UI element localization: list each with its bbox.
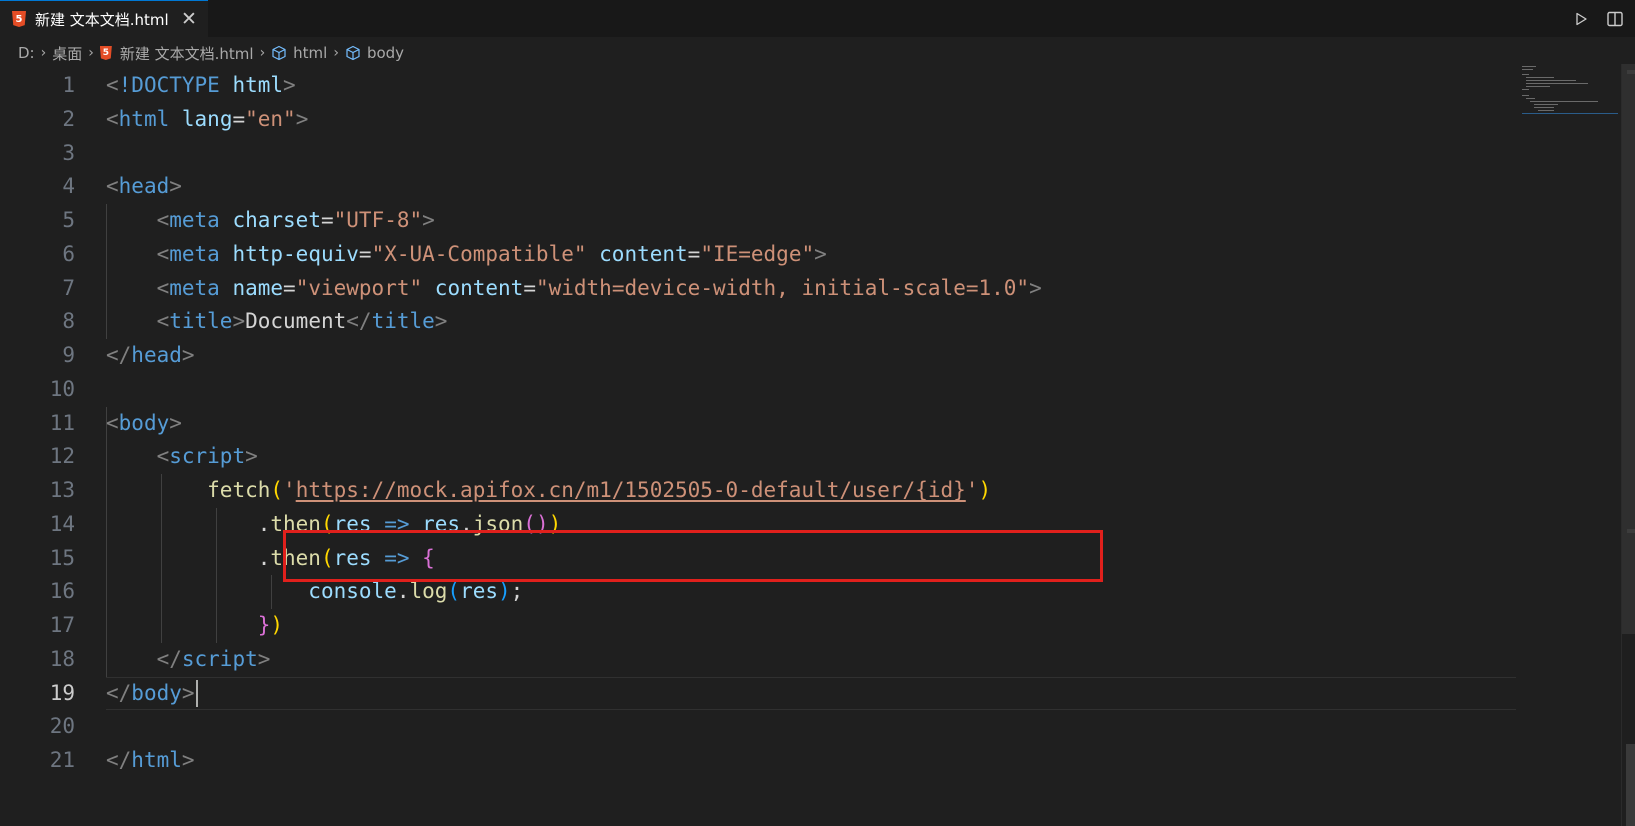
code-line: fetch('https://mock.apifox.cn/m1/1502505…: [207, 478, 992, 502]
line-number-gutter: 1 2 3 4 5 6 7 8 9 10 11 12 13 14 15 16 1…: [0, 69, 75, 778]
line-number: 1: [62, 73, 75, 97]
line-number: 10: [49, 376, 75, 401]
code-editor[interactable]: 1 2 3 4 5 6 7 8 9 10 11 12 13 14 15 16 1…: [0, 69, 1635, 826]
line-number: 12: [49, 444, 75, 469]
play-icon[interactable]: [1567, 5, 1595, 33]
code-line: <!DOCTYPE html>: [106, 73, 296, 97]
code-line: <script>: [156, 444, 258, 469]
tab-bar: 5 新建 文本文档.html ✕: [0, 0, 1635, 37]
breadcrumb-file-label: 新建 文本文档.html: [119, 44, 254, 63]
line-number: 6: [62, 241, 75, 266]
line-number: 4: [62, 174, 75, 199]
scroll-marker: [1627, 70, 1635, 74]
scrollbar-thumb[interactable]: [1622, 64, 1635, 634]
code-line: }): [257, 613, 284, 637]
line-number: 17: [49, 613, 75, 637]
line-number: 11: [49, 410, 75, 435]
code-area[interactable]: <!DOCTYPE html> <html lang="en"> <head> …: [106, 69, 1516, 778]
chevron-right-icon: ›: [333, 45, 339, 61]
minimap-slider[interactable]: [1626, 744, 1635, 826]
code-line: <meta name="viewport" content="width=dev…: [156, 275, 1042, 300]
breadcrumb-symbol-label: html: [293, 44, 328, 62]
line-number-active: 19: [49, 680, 75, 705]
line-number: 18: [49, 646, 75, 671]
line-number: 8: [62, 309, 75, 334]
scroll-marker: [1627, 529, 1635, 533]
minimap[interactable]: [1518, 64, 1618, 114]
breadcrumb-drive[interactable]: D:: [18, 44, 35, 62]
breadcrumb-symbol-body[interactable]: body: [345, 44, 404, 62]
breadcrumb-folder[interactable]: 桌面: [52, 43, 82, 64]
split-editor-icon[interactable]: [1601, 5, 1629, 33]
breadcrumb: D: › 桌面 › 5 新建 文本文档.html › html › body: [0, 37, 1635, 69]
code-line: </head>: [106, 343, 195, 367]
cube-icon: [271, 45, 287, 61]
html5-icon: 5: [12, 11, 26, 27]
code-line: <html lang="en">: [106, 106, 309, 131]
line-number: 16: [49, 579, 75, 604]
line-number: 7: [62, 275, 75, 300]
breadcrumb-symbol-html[interactable]: html: [271, 44, 327, 62]
fetch-url-link[interactable]: https://mock.apifox.cn/m1/1502505-0-defa…: [296, 478, 966, 502]
text-cursor: [195, 680, 198, 707]
line-number: 2: [62, 106, 75, 131]
code-line-active: </body>: [106, 677, 1516, 711]
vertical-scrollbar[interactable]: [1621, 64, 1635, 826]
code-line: <head>: [106, 174, 182, 199]
line-number: 5: [62, 208, 75, 232]
code-line: </script>: [156, 646, 271, 671]
line-number: 3: [62, 140, 75, 165]
line-number: 20: [49, 714, 75, 739]
code-line: <title>Document</title>: [156, 309, 448, 334]
close-icon[interactable]: ✕: [178, 8, 200, 30]
line-number: 21: [49, 748, 75, 772]
breadcrumb-symbol-label: body: [366, 44, 405, 62]
annotation-highlight-box: [283, 530, 1103, 582]
line-number: 15: [49, 545, 75, 570]
tab-label: 新建 文本文档.html: [35, 10, 169, 29]
code-line: <meta http-equiv="X-UA-Compatible" conte…: [156, 241, 827, 266]
chevron-right-icon: ›: [88, 45, 94, 61]
line-number: 9: [62, 343, 75, 367]
line-number: 14: [49, 511, 75, 536]
code-line: <meta charset="UTF-8">: [156, 208, 435, 232]
code-line: <body>: [106, 410, 182, 435]
line-number: 13: [49, 478, 75, 502]
editor-actions: [1567, 0, 1635, 37]
html5-icon: 5: [99, 46, 112, 60]
cube-icon: [345, 45, 361, 61]
code-line: </html>: [106, 748, 195, 772]
chevron-right-icon: ›: [40, 45, 47, 61]
breadcrumb-file[interactable]: 5 新建 文本文档.html: [99, 43, 254, 64]
chevron-right-icon: ›: [259, 45, 266, 61]
editor-tab[interactable]: 5 新建 文本文档.html ✕: [0, 0, 208, 37]
